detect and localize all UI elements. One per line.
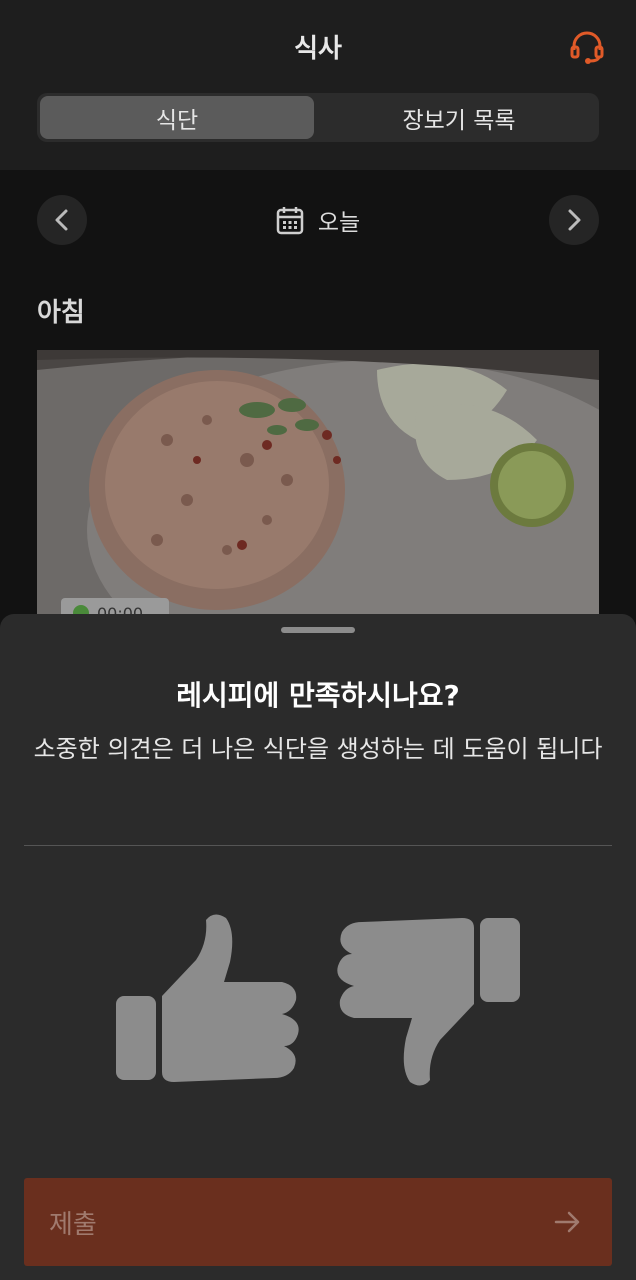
chevron-right-icon xyxy=(568,209,581,231)
feedback-subtitle: 소중한 의견은 더 나은 식단을 생성하는 데 도움이 됩니다 xyxy=(33,735,603,763)
divider xyxy=(24,845,612,846)
date-navigator: 오늘 xyxy=(37,195,599,247)
feedback-title: 레시피에 만족하시나요? xyxy=(176,679,460,712)
thumbs-up-icon[interactable] xyxy=(114,912,302,1088)
thumbs-down-icon[interactable] xyxy=(334,912,522,1088)
submit-label: 제출 xyxy=(49,1209,97,1240)
next-day-button[interactable] xyxy=(549,195,599,245)
tab-shopping-list[interactable]: 장보기 목록 xyxy=(322,96,596,139)
headset-icon[interactable] xyxy=(568,28,606,66)
date-display[interactable]: 오늘 xyxy=(37,203,599,237)
date-label: 오늘 xyxy=(317,210,361,236)
tab-meal-plan[interactable]: 식단 xyxy=(40,96,314,139)
page-title: 식사 xyxy=(294,34,342,64)
meal-section-title: 아침 xyxy=(37,298,85,328)
arrow-right-icon xyxy=(554,1211,580,1233)
submit-button[interactable]: 제출 xyxy=(24,1178,612,1266)
tab-switcher: 식단 장보기 목록 xyxy=(37,93,599,142)
sheet-grabber[interactable] xyxy=(281,627,355,633)
top-bar: 식사 식단 장보기 목록 xyxy=(0,0,636,170)
calendar-icon xyxy=(276,207,304,235)
fried-rice-photo xyxy=(37,350,599,620)
meal-card[interactable]: 00:00 xyxy=(37,350,599,620)
feedback-bottom-sheet: 레시피에 만족하시나요? 소중한 의견은 더 나은 식단을 생성하는 데 도움이… xyxy=(0,614,636,1280)
